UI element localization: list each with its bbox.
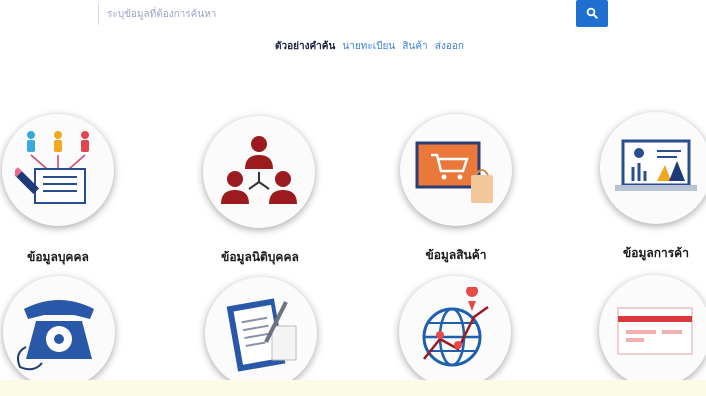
example-keywords: ตัวอย่างคำค้น นายทะเบียน สินค้า ส่งออก — [275, 39, 464, 54]
category-trade-label: ข้อมูลการค้า — [623, 246, 689, 260]
category-document-button[interactable] — [205, 277, 317, 389]
bottom-band — [0, 380, 706, 396]
person-form-icon — [12, 125, 101, 215]
category-trade-button[interactable] — [600, 112, 706, 224]
category-product-label: ข้อมูลสินค้า — [425, 248, 487, 262]
example-keyword-link[interactable]: สินค้า — [402, 41, 427, 52]
category-person-label: ข้อมูลบุคคล — [27, 250, 89, 264]
organization-icon — [216, 127, 302, 217]
example-keyword-link[interactable]: ส่งออก — [435, 41, 464, 52]
category-global-button[interactable] — [399, 276, 511, 388]
search-input[interactable] — [98, 3, 569, 25]
example-keywords-label: ตัวอย่างคำค้น — [275, 41, 336, 52]
telephone-icon — [14, 287, 104, 377]
category-juristic-person-button[interactable] — [203, 116, 315, 228]
search-icon — [586, 4, 598, 23]
category-contact-button[interactable] — [3, 276, 115, 388]
search-bar — [98, 0, 610, 30]
shopping-cart-icon — [411, 125, 501, 215]
category-card-button[interactable] — [599, 275, 706, 387]
category-person-button[interactable] — [2, 114, 114, 226]
card-icon — [610, 286, 700, 376]
category-juristic-person-label: ข้อมูลนิติบุคคล — [221, 250, 299, 264]
search-button[interactable] — [576, 0, 608, 27]
category-product-button[interactable] — [400, 114, 512, 226]
example-keyword-link[interactable]: นายทะเบียน — [343, 41, 396, 52]
clipboard-document-icon — [216, 288, 306, 378]
globe-map-pin-icon — [410, 285, 500, 377]
trade-dashboard-icon — [611, 123, 701, 213]
